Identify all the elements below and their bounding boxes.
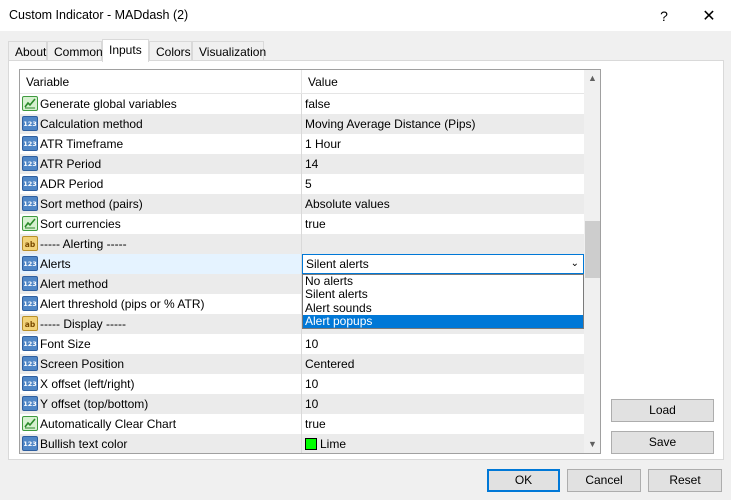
dropdown-option[interactable]: Silent alerts — [303, 288, 583, 301]
value-column-header[interactable]: Value — [308, 75, 338, 89]
variable-name: Y offset (top/bottom) — [40, 397, 149, 411]
variable-name: Sort currencies — [40, 217, 121, 231]
chevron-down-icon[interactable]: ⌄ — [571, 255, 579, 273]
variable-name: Alert method — [40, 277, 109, 291]
variable-name: ADR Period — [40, 177, 104, 191]
load-button[interactable]: Load — [611, 399, 714, 422]
variable-value-text: 10 — [305, 337, 319, 351]
variable-name: ATR Timeframe — [40, 137, 124, 151]
variable-name: Alerts — [40, 257, 71, 271]
alerts-dropdown-list[interactable]: No alerts Silent alerts Alert sounds Ale… — [302, 274, 584, 329]
variable-value-text: Lime — [320, 437, 347, 451]
variable-name: ATR Period — [40, 157, 102, 171]
variable-value-text: Moving Average Distance (Pips) — [305, 117, 476, 131]
variable-value-text: true — [305, 217, 326, 231]
alerts-select[interactable]: Silent alerts ⌄ — [302, 254, 584, 274]
variable-value-text: 14 — [305, 157, 319, 171]
variable-name: Screen Position — [40, 357, 125, 371]
grid-row[interactable]: 123 X offset (left/right) 10 — [20, 374, 584, 394]
grid-row[interactable]: 123 Alerts Silent alerts ⌄ — [20, 254, 584, 274]
variable-column-header[interactable]: Variable — [26, 75, 69, 89]
variable-value[interactable]: 14 — [302, 154, 584, 174]
tab-colors[interactable]: Colors — [149, 41, 192, 61]
tab-visualization[interactable]: Visualization — [192, 41, 266, 61]
variable-name: Automatically Clear Chart — [40, 417, 177, 431]
variable-name: X offset (left/right) — [40, 377, 135, 391]
ok-button[interactable]: OK — [487, 469, 560, 492]
variable-value-text: true — [305, 417, 326, 431]
variable-name: Calculation method — [40, 117, 143, 131]
color-swatch — [305, 438, 317, 450]
variable-name: ----- Display ----- — [40, 317, 126, 331]
variable-value[interactable]: Moving Average Distance (Pips) — [302, 114, 584, 134]
dropdown-option[interactable]: Alert sounds — [303, 301, 583, 315]
variable-value[interactable]: true — [302, 414, 584, 434]
inputs-grid[interactable]: Variable Value Generate global variables… — [19, 69, 601, 454]
variable-value[interactable]: true — [302, 214, 584, 234]
tab-inputs[interactable]: Inputs — [102, 39, 149, 62]
grid-row[interactable]: Automatically Clear Chart true — [20, 414, 584, 434]
grid-scrollbar[interactable]: ▲ ▼ — [584, 70, 600, 453]
variable-value[interactable]: 5 — [302, 174, 584, 194]
variable-value[interactable] — [302, 234, 584, 254]
variable-value[interactable]: 10 — [302, 334, 584, 354]
cancel-button[interactable]: Cancel — [567, 469, 641, 492]
tab-about[interactable]: About — [8, 41, 47, 61]
header-divider — [301, 70, 302, 94]
variable-name: Generate global variables — [40, 97, 177, 111]
variable-value-text: 10 — [305, 397, 319, 411]
grid-row[interactable]: Sort currencies true — [20, 214, 584, 234]
scrollbar-thumb[interactable] — [585, 221, 600, 278]
grid-row[interactable]: 123 Font Size 10 — [20, 334, 584, 354]
grid-row[interactable]: 123 Bullish text color Lime — [20, 434, 584, 453]
variable-value[interactable]: 1 Hour — [302, 134, 584, 154]
dropdown-option-highlighted[interactable]: Alert popups — [303, 314, 583, 329]
grid-row[interactable]: 123 Calculation method Moving Average Dist… — [20, 114, 584, 134]
grid-row[interactable]: 123 Sort method (pairs) Absolute values — [20, 194, 584, 214]
variable-value[interactable]: Absolute values — [302, 194, 584, 214]
save-button[interactable]: Save — [611, 431, 714, 454]
help-button[interactable]: ? — [642, 0, 686, 31]
tab-common[interactable]: Common — [47, 41, 103, 61]
variable-name: Font Size — [40, 337, 91, 351]
variable-name: ----- Alerting ----- — [40, 237, 127, 251]
title-bar: Custom Indicator - MADdash (2) ? ✕ — [0, 0, 731, 31]
grid-row[interactable]: 123 ATR Period 14 — [20, 154, 584, 174]
variable-value-text: 10 — [305, 377, 319, 391]
close-button[interactable]: ✕ — [687, 0, 731, 31]
variable-value-text: 5 — [305, 177, 312, 191]
variable-value[interactable]: false — [302, 94, 584, 114]
grid-row[interactable]: Generate global variables false — [20, 94, 584, 114]
window-title: Custom Indicator - MADdash (2) — [9, 8, 189, 22]
variable-value-text: Centered — [305, 357, 355, 371]
scroll-down-icon[interactable]: ▼ — [584, 436, 600, 453]
grid-row[interactable]: ab ----- Alerting ----- — [20, 234, 584, 254]
variable-value-text: 1 Hour — [305, 137, 342, 151]
variable-value-text: Absolute values — [305, 197, 390, 211]
scroll-up-icon[interactable]: ▲ — [584, 70, 600, 87]
grid-row[interactable]: 123 ADR Period 5 — [20, 174, 584, 194]
grid-header: Variable Value — [20, 70, 584, 94]
variable-name: Sort method (pairs) — [40, 197, 143, 211]
variable-value[interactable]: Centered — [302, 354, 584, 374]
variable-value[interactable]: 10 — [302, 374, 584, 394]
grid-row[interactable]: 123 ATR Timeframe 1 Hour — [20, 134, 584, 154]
variable-value[interactable]: Lime — [302, 434, 584, 453]
variable-name: Alert threshold (pips or % ATR) — [40, 297, 205, 311]
variable-name: Bullish text color — [40, 437, 128, 451]
variable-value[interactable]: 10 — [302, 394, 584, 414]
grid-row[interactable]: 123 Screen Position Centered — [20, 354, 584, 374]
alerts-select-value: Silent alerts — [306, 257, 369, 271]
variable-value-text: false — [305, 97, 331, 111]
reset-button[interactable]: Reset — [648, 469, 722, 492]
grid-row[interactable]: 123 Y offset (top/bottom) 10 — [20, 394, 584, 414]
dropdown-option[interactable]: No alerts — [303, 274, 583, 288]
